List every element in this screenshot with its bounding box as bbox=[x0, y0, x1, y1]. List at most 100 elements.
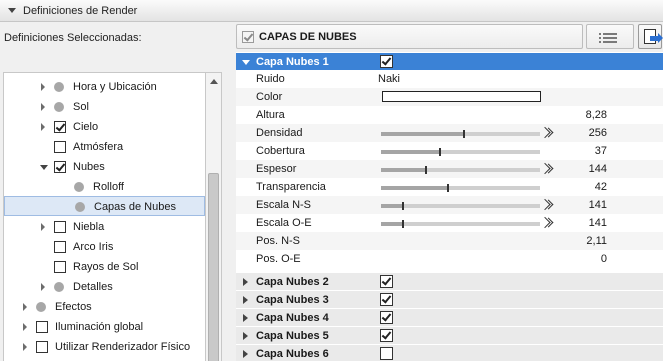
color-swatch[interactable] bbox=[382, 91, 541, 102]
double-chevron-icon[interactable] bbox=[543, 127, 554, 138]
panel-header[interactable]: Definiciones de Render bbox=[0, 0, 663, 22]
tree-item[interactable]: Hora y Ubicación bbox=[4, 77, 205, 97]
tree-item-checkbox[interactable] bbox=[36, 341, 48, 353]
property-name: Cobertura bbox=[256, 145, 305, 157]
property-name: Color bbox=[256, 91, 283, 103]
scroll-thumb[interactable] bbox=[208, 173, 219, 361]
property-value[interactable]: 42 bbox=[595, 181, 607, 193]
tree-item-checkbox[interactable] bbox=[54, 241, 66, 253]
expand-arrow-icon[interactable] bbox=[243, 350, 248, 358]
property-slider[interactable] bbox=[381, 130, 540, 138]
tree-item-checkbox[interactable] bbox=[54, 161, 66, 173]
tree-item[interactable]: Sol bbox=[4, 97, 205, 117]
expand-arrow-icon[interactable] bbox=[23, 323, 27, 331]
tree-item-checkbox[interactable] bbox=[54, 121, 66, 133]
expand-arrow-icon[interactable] bbox=[23, 343, 27, 351]
property-slider[interactable] bbox=[381, 166, 540, 174]
settings-tree[interactable]: Hora y Ubicación Sol Cielo Atmósfera Nubes Ro… bbox=[3, 72, 206, 361]
tree-item[interactable]: Atmósfera bbox=[4, 137, 205, 157]
slider-fill bbox=[381, 150, 440, 154]
expand-arrow-icon[interactable] bbox=[243, 296, 248, 304]
slider-knob[interactable] bbox=[462, 130, 465, 138]
list-view-button[interactable] bbox=[586, 24, 634, 49]
collapse-arrow-icon[interactable] bbox=[242, 60, 250, 65]
group-checkbox[interactable] bbox=[380, 293, 393, 306]
tree-item[interactable]: Arco Iris bbox=[4, 237, 205, 257]
double-chevron-icon[interactable] bbox=[543, 199, 554, 210]
slider-knob[interactable] bbox=[402, 202, 405, 210]
group-header[interactable]: Capa Nubes 5 bbox=[236, 326, 663, 344]
property-row: Pos. N-S 2,11 bbox=[236, 232, 663, 250]
settings-header: CAPAS DE NUBES bbox=[236, 24, 583, 49]
group-checkbox[interactable] bbox=[380, 311, 393, 324]
property-slider[interactable] bbox=[381, 184, 540, 192]
property-value[interactable]: 37 bbox=[595, 145, 607, 157]
tree-item[interactable]: Cielo bbox=[4, 117, 205, 137]
property-row: Transparencia 42 bbox=[236, 178, 663, 196]
tree-item[interactable]: Utilizar Renderizador Físico bbox=[4, 337, 205, 357]
tree-item[interactable]: Capas de Nubes bbox=[4, 196, 205, 216]
property-value[interactable]: 141 bbox=[589, 217, 607, 229]
tree-item[interactable]: Rayos de Sol bbox=[4, 257, 205, 277]
properties-panel: Capa Nubes 1 Ruido Naki Color Altura 8,28 Dens… bbox=[236, 52, 663, 361]
slider-knob[interactable] bbox=[424, 166, 427, 174]
property-value[interactable]: 8,28 bbox=[586, 109, 607, 121]
property-value[interactable]: 256 bbox=[589, 127, 607, 139]
property-value[interactable]: 144 bbox=[589, 163, 607, 175]
property-value[interactable]: 141 bbox=[589, 199, 607, 211]
expand-arrow-icon[interactable] bbox=[41, 283, 45, 291]
expand-arrow-icon[interactable] bbox=[243, 278, 248, 286]
expand-arrow-icon[interactable] bbox=[41, 123, 45, 131]
slider-knob[interactable] bbox=[438, 148, 441, 156]
tree-scrollbar[interactable] bbox=[206, 72, 222, 361]
expand-arrow-icon[interactable] bbox=[243, 332, 248, 340]
double-chevron-icon[interactable] bbox=[543, 163, 554, 174]
group-header[interactable]: Capa Nubes 2 bbox=[236, 272, 663, 290]
tree-item-label: Iluminación global bbox=[55, 321, 144, 333]
property-slider[interactable] bbox=[381, 148, 540, 156]
group-checkbox[interactable] bbox=[380, 275, 393, 288]
scroll-up-icon[interactable] bbox=[210, 79, 218, 84]
tree-item-checkbox[interactable] bbox=[54, 261, 66, 273]
tree-item[interactable]: Rolloff bbox=[4, 177, 205, 197]
slider-fill bbox=[381, 222, 404, 226]
tree-item[interactable]: Nubes bbox=[4, 157, 205, 177]
expand-arrow-icon[interactable] bbox=[23, 303, 27, 311]
slider-fill bbox=[381, 204, 404, 208]
expand-arrow-icon[interactable] bbox=[41, 103, 45, 111]
tree-item-checkbox[interactable] bbox=[54, 221, 66, 233]
slider-knob[interactable] bbox=[446, 184, 449, 192]
property-value[interactable]: 2,11 bbox=[586, 235, 607, 247]
list-line-icon bbox=[603, 33, 617, 35]
tree-item[interactable]: Niebla bbox=[4, 217, 205, 237]
tree-item[interactable]: Detalles bbox=[4, 277, 205, 297]
tree-item[interactable]: Opciones bbox=[4, 357, 205, 361]
tree-item-checkbox[interactable] bbox=[36, 321, 48, 333]
expand-arrow-icon[interactable] bbox=[243, 314, 248, 322]
group-checkbox[interactable] bbox=[380, 347, 393, 360]
double-chevron-icon[interactable] bbox=[543, 217, 554, 228]
tree-item[interactable]: Efectos bbox=[4, 297, 205, 317]
tree-item-label: Hora y Ubicación bbox=[73, 81, 157, 93]
group-checkbox[interactable] bbox=[380, 55, 393, 68]
slider-fill bbox=[381, 132, 464, 136]
group-header[interactable]: Capa Nubes 3 bbox=[236, 290, 663, 308]
noise-value[interactable]: Naki bbox=[378, 73, 400, 85]
property-slider[interactable] bbox=[381, 220, 540, 228]
property-value[interactable]: 0 bbox=[601, 253, 607, 265]
group-header[interactable]: Capa Nubes 6 bbox=[236, 344, 663, 361]
property-name: Escala N-S bbox=[256, 199, 312, 211]
property-slider[interactable] bbox=[381, 202, 540, 210]
collapse-arrow-icon[interactable] bbox=[40, 165, 48, 170]
header-checkbox[interactable] bbox=[242, 31, 254, 43]
export-button[interactable] bbox=[638, 24, 663, 49]
group-checkbox[interactable] bbox=[380, 329, 393, 342]
group-header-capa-nubes-1[interactable]: Capa Nubes 1 bbox=[236, 52, 663, 70]
slider-knob[interactable] bbox=[402, 220, 405, 228]
group-header[interactable]: Capa Nubes 4 bbox=[236, 308, 663, 326]
expand-arrow-icon[interactable] bbox=[41, 223, 45, 231]
expand-arrow-icon[interactable] bbox=[41, 83, 45, 91]
collapse-triangle-icon[interactable] bbox=[8, 8, 16, 13]
tree-item-checkbox[interactable] bbox=[54, 141, 66, 153]
tree-item[interactable]: Iluminación global bbox=[4, 317, 205, 337]
